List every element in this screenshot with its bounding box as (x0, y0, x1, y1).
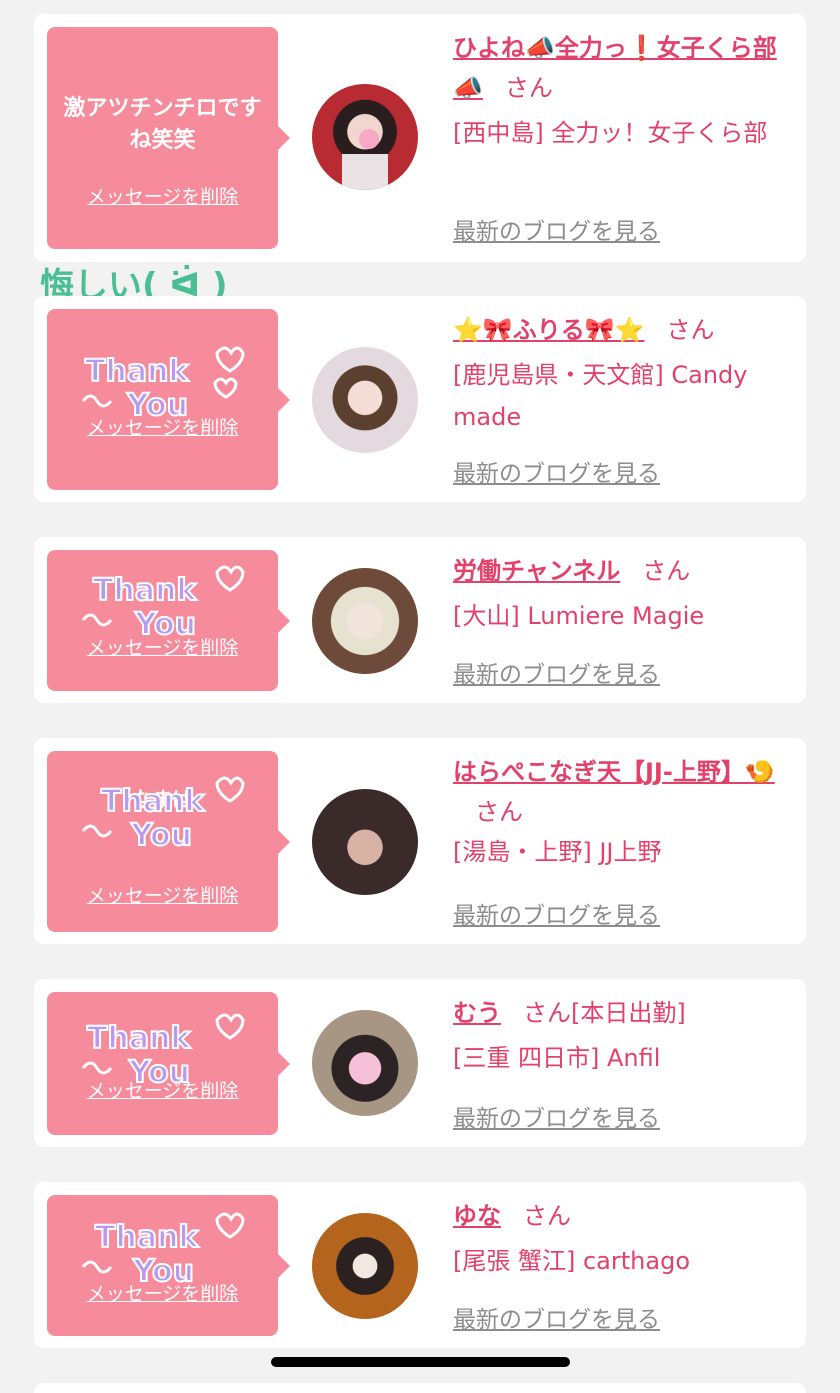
heart-icon (215, 776, 245, 803)
heart-icon (215, 1212, 245, 1239)
ribbon-icon (81, 1260, 113, 1274)
shop-label: [西中島] 全力ッ！女子くら部 (453, 119, 768, 147)
profile-name-link[interactable]: むう (453, 999, 501, 1027)
thank-sticker-word: Thank (87, 1021, 191, 1056)
ribbon-icon (81, 613, 113, 627)
latest-blog-link[interactable]: 最新のブログを見る (453, 896, 660, 930)
honorific: さん (475, 798, 523, 826)
profile-info: 労働チャンネル さん [大山] Lumiere Magie (453, 551, 788, 637)
message-bubble: Thank You メッセージを削除 (47, 1195, 290, 1336)
profile-info: むう さん[本日出勤] [三重 四日市] Anfil (453, 993, 788, 1079)
delete-message-link[interactable]: メッセージを削除 (47, 1279, 278, 1306)
latest-blog-link[interactable]: 最新のブログを見る (453, 454, 660, 488)
profile-name-link[interactable]: ひよね📣全力っ❗女子くら部📣 (453, 34, 777, 102)
profile-name-link[interactable]: 労働チャンネル (453, 557, 620, 585)
profile-name-link[interactable]: ゆな (453, 1202, 501, 1230)
avatar[interactable] (312, 1213, 418, 1319)
thank-sticker-word: Thank (101, 784, 205, 819)
honorific: さん (523, 1202, 571, 1230)
message-card: Thank You メッセージを削除 労働チャンネル さん [大山] Lumier… (34, 537, 806, 703)
profile-name-link[interactable]: はらぺこなぎ天【JJ-上野】🍤 (453, 758, 775, 786)
home-indicator[interactable] (271, 1357, 570, 1367)
avatar[interactable] (312, 84, 418, 190)
avatar[interactable] (312, 347, 418, 453)
thank-you-sticker: Thank You (81, 565, 245, 640)
ribbon-icon (81, 394, 113, 408)
thank-sticker-word: Thank (93, 573, 197, 608)
honorific: さん (523, 999, 571, 1027)
latest-blog-link[interactable]: 最新のブログを見る (453, 1099, 660, 1133)
profile-info: ひよね📣全力っ❗女子くら部📣 さん [西中島] 全力ッ！女子くら部 (453, 28, 788, 154)
you-sticker-word: You (130, 818, 192, 851)
thank-sticker-word: Thank (85, 354, 189, 389)
honorific: さん (504, 74, 553, 102)
thank-you-sticker: Thank You (81, 346, 245, 421)
next-card-edge (34, 1383, 806, 1393)
message-card: Thank You メッセージを削除 ゆな さん [尾張 蟹江] carthago… (34, 1182, 806, 1348)
shop-label: [尾張 蟹江] carthago (453, 1247, 690, 1275)
latest-blog-link[interactable]: 最新のブログを見る (453, 212, 660, 246)
profile-info: ⭐🎀ふりる🎀⭐ さん [鹿児島県・天文館] Candy made (453, 310, 788, 438)
ribbon-icon (81, 1061, 113, 1075)
work-status: [本日出勤] (571, 999, 686, 1027)
heart-icon (215, 346, 245, 373)
latest-blog-link[interactable]: 最新のブログを見る (453, 1300, 660, 1334)
latest-blog-link[interactable]: 最新のブログを見る (453, 655, 660, 689)
delete-message-link[interactable]: メッセージを削除 (47, 1076, 278, 1103)
profile-info: はらぺこなぎ天【JJ-上野】🍤 さん [湯島・上野] JJ上野 (453, 752, 788, 873)
message-bubble: Thank You メッセージを削除 (47, 550, 290, 691)
message-text: 激アツチンチロですね笑笑 (63, 96, 262, 153)
profile-name-link[interactable]: ⭐🎀ふりる🎀⭐ (453, 316, 645, 344)
ribbon-icon (81, 824, 113, 838)
message-card: Thank You メッセージを削除 ⭐🎀ふりる🎀⭐ さん [鹿児島県・天文館] … (34, 296, 806, 502)
honorific: さん (666, 316, 715, 344)
heart-icon (215, 1013, 245, 1040)
message-bubble: Thank You メッセージを削除 (47, 309, 290, 490)
heart-icon (215, 565, 245, 592)
avatar[interactable] (312, 789, 418, 895)
shop-label: [湯島・上野] JJ上野 (453, 838, 662, 866)
avatar[interactable] (312, 568, 418, 674)
message-card: Thank You メッセージを削除 むう さん[本日出勤] [三重 四日市] A… (34, 979, 806, 1147)
delete-message-link[interactable]: メッセージを削除 (47, 881, 278, 908)
message-card: なまぱ Thank You メッセージを削除 はらぺこなぎ天【JJ-上野】🍤 さん… (34, 738, 806, 944)
heart-icon (213, 377, 238, 399)
shop-label: [三重 四日市] Anfil (453, 1044, 661, 1072)
shop-label: [大山] Lumiere Magie (453, 602, 705, 630)
delete-message-link[interactable]: メッセージを削除 (47, 413, 278, 440)
thank-sticker-word: Thank (95, 1220, 199, 1255)
profile-info: ゆな さん [尾張 蟹江] carthago (453, 1196, 788, 1282)
message-bubble: Thank You メッセージを削除 (47, 992, 290, 1135)
delete-message-link[interactable]: メッセージを削除 (47, 182, 278, 209)
shop-label: [鹿児島県・天文館] Candy made (453, 361, 748, 431)
honorific: さん (642, 557, 691, 585)
thank-you-sticker: Thank You (81, 776, 245, 851)
avatar[interactable] (312, 1010, 418, 1116)
delete-message-link[interactable]: メッセージを削除 (47, 633, 278, 660)
message-card: 激アツチンチロですね笑笑 メッセージを削除 ひよね📣全力っ❗女子くら部📣 さん [… (34, 14, 806, 262)
message-bubble: 激アツチンチロですね笑笑 メッセージを削除 (47, 27, 290, 249)
thank-you-sticker: Thank You (81, 1212, 245, 1287)
message-bubble: なまぱ Thank You メッセージを削除 (47, 751, 290, 932)
